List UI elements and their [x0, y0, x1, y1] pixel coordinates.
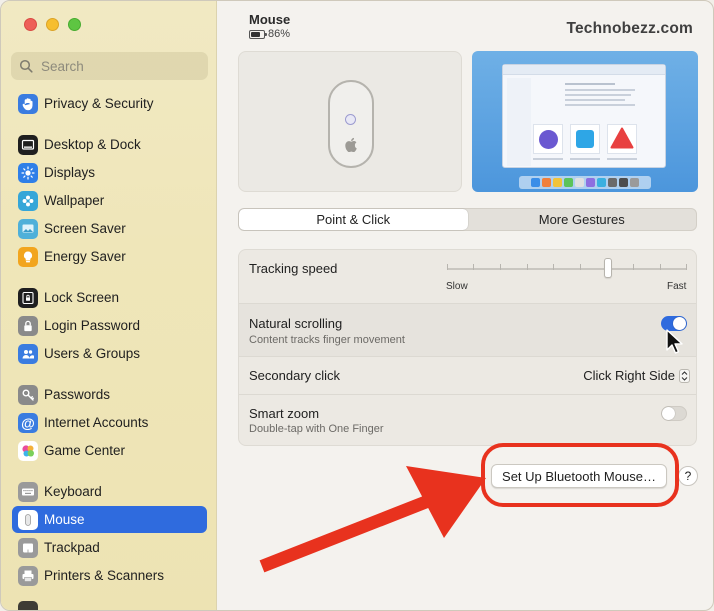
sidebar-item-label: Mouse	[44, 512, 85, 527]
window-controls	[24, 18, 81, 31]
secondary-click-popup[interactable]: Click Right Side	[583, 368, 690, 383]
preview-window	[502, 64, 666, 168]
at-icon: @	[18, 412, 38, 433]
partial-icon	[18, 600, 38, 610]
slider-max-label: Fast	[667, 281, 687, 292]
tracking-speed-row: Tracking speed Slow Fast	[239, 250, 696, 304]
sidebar-item-desktop-dock[interactable]: Desktop & Dock	[12, 131, 207, 158]
sidebar-item-label: Trackpad	[44, 540, 100, 555]
click-point-icon	[345, 114, 356, 125]
mouse-cursor-icon	[666, 329, 683, 354]
sidebar-item-privacy-security[interactable]: Privacy & Security	[12, 90, 207, 117]
zoom-button[interactable]	[68, 18, 81, 31]
natural-scrolling-label: Natural scrolling	[249, 316, 343, 331]
sidebar-item-game-center[interactable]: Game Center	[12, 437, 207, 464]
battery-level: 86%	[268, 28, 291, 40]
battery-icon	[249, 29, 267, 39]
watermark: Technobezz.com	[566, 20, 693, 37]
sidebar-item-users-groups[interactable]: Users & Groups	[12, 340, 207, 367]
printer-icon	[18, 565, 38, 586]
lightbulb-icon	[18, 246, 38, 267]
sidebar-item-energy-saver[interactable]: Energy Saver	[12, 243, 207, 270]
annotation-highlight-ring	[481, 443, 679, 507]
lock-screen-icon	[18, 287, 38, 308]
sidebar-item-label: Printers & Scanners	[44, 568, 165, 583]
sidebar-item-passwords[interactable]: Passwords	[12, 381, 207, 408]
sidebar-item-label: Keyboard	[44, 484, 102, 499]
sidebar-item-partial	[12, 597, 207, 610]
sidebar-item-displays[interactable]: Displays	[12, 159, 207, 186]
search-input[interactable]	[41, 58, 191, 74]
dock-icon	[18, 134, 38, 155]
users-icon	[18, 343, 38, 364]
mouse-icon	[18, 509, 38, 530]
mouse-illustration	[328, 80, 374, 168]
sidebar-item-mouse[interactable]: Mouse	[12, 506, 207, 533]
minimize-button[interactable]	[46, 18, 59, 31]
sidebar-item-keyboard[interactable]: Keyboard	[12, 478, 207, 505]
settings-group: Tracking speed Slow Fast Natural scrolli…	[238, 249, 697, 446]
apple-logo-icon	[345, 137, 357, 152]
search-field[interactable]	[11, 52, 208, 80]
flower-icon	[18, 190, 38, 211]
key-icon	[18, 384, 38, 405]
sidebar-item-wallpaper[interactable]: Wallpaper	[12, 187, 207, 214]
gesture-preview	[472, 51, 698, 192]
sidebar-item-label: Displays	[44, 165, 96, 180]
sun-icon	[18, 162, 38, 183]
annotation-arrow-icon	[259, 466, 486, 573]
settings-window: Privacy & Security Desktop & Dock Displa…	[0, 0, 714, 611]
sidebar-item-label: Login Password	[44, 318, 141, 333]
tab-bar: Point & Click More Gestures	[238, 208, 697, 231]
sidebar-item-internet-accounts[interactable]: @ Internet Accounts	[12, 409, 207, 436]
sidebar-item-printers-scanners[interactable]: Printers & Scanners	[12, 562, 207, 589]
game-center-icon	[18, 440, 38, 461]
sidebar-item-label: Passwords	[44, 387, 111, 402]
secondary-click-value: Click Right Side	[583, 368, 675, 383]
sidebar-item-label: Internet Accounts	[44, 415, 149, 430]
chevron-updown-icon	[679, 368, 690, 383]
page-title: Mouse	[249, 12, 291, 27]
sidebar-item-label: Energy Saver	[44, 249, 126, 264]
sidebar: Privacy & Security Desktop & Dock Displa…	[1, 1, 217, 610]
tracking-speed-label: Tracking speed	[249, 261, 338, 276]
sidebar-item-label: Desktop & Dock	[44, 137, 141, 152]
sidebar-item-label: Game Center	[44, 443, 126, 458]
slider-min-label: Slow	[446, 281, 468, 292]
smart-zoom-row: Smart zoom Double-tap with One Finger	[239, 395, 696, 445]
tab-point-click[interactable]: Point & Click	[239, 209, 468, 230]
tab-more-gestures[interactable]: More Gestures	[468, 209, 697, 230]
natural-scrolling-row: Natural scrolling Content tracks finger …	[239, 304, 696, 357]
trackpad-icon	[18, 537, 38, 558]
sidebar-item-trackpad[interactable]: Trackpad	[12, 534, 207, 561]
sidebar-item-label: Privacy & Security	[44, 96, 154, 111]
battery-status: 86%	[249, 28, 290, 40]
mouse-preview	[238, 51, 462, 192]
sidebar-item-login-password[interactable]: Login Password	[12, 312, 207, 339]
smart-zoom-label: Smart zoom	[249, 406, 320, 421]
slider-knob[interactable]	[603, 258, 612, 278]
sidebar-item-label: Users & Groups	[44, 346, 141, 361]
natural-scrolling-description: Content tracks finger movement	[249, 334, 405, 346]
secondary-click-row: Secondary click Click Right Side	[239, 357, 696, 395]
sidebar-item-label: Wallpaper	[44, 193, 105, 208]
secondary-click-label: Secondary click	[249, 368, 341, 383]
sidebar-item-label: Lock Screen	[44, 290, 120, 305]
lock-icon	[18, 315, 38, 336]
smart-zoom-description: Double-tap with One Finger	[249, 423, 384, 435]
sidebar-item-screen-saver[interactable]: Screen Saver	[12, 215, 207, 242]
keyboard-icon	[18, 481, 38, 502]
hand-icon	[18, 93, 38, 114]
preview-dock	[519, 176, 651, 189]
tracking-speed-slider[interactable]	[447, 258, 687, 278]
smart-zoom-toggle[interactable]	[661, 406, 687, 421]
screen-saver-icon	[18, 218, 38, 239]
sidebar-item-lock-screen[interactable]: Lock Screen	[12, 284, 207, 311]
sidebar-item-label: Screen Saver	[44, 221, 126, 236]
search-icon	[19, 59, 33, 73]
help-button[interactable]: ?	[678, 466, 698, 486]
close-button[interactable]	[24, 18, 37, 31]
